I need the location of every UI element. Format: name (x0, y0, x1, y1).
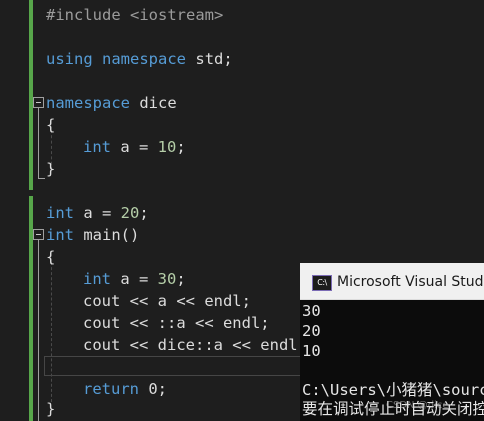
preprocessor-directive: #include (46, 6, 121, 24)
terminator: ; (176, 138, 186, 156)
code-line: int a = 20; (46, 202, 149, 224)
number-literal: 30 (157, 270, 177, 288)
indent-guide (51, 262, 52, 402)
code-line: cout << a << endl; (83, 292, 251, 310)
fold-region-end (38, 178, 45, 179)
code-line: return 0; (83, 378, 167, 400)
number-literal: 20 (120, 204, 140, 222)
current-line-highlight (44, 356, 304, 376)
code-line: int a = 30; (83, 268, 186, 290)
console-app-icon: C:\ (312, 275, 332, 291)
identifier: std; (195, 50, 233, 68)
code-line: namespace dice (46, 92, 177, 114)
keyword: return (83, 380, 139, 398)
keyword: using (46, 50, 93, 68)
include-header: <iostream> (130, 6, 224, 24)
fold-region-line (38, 108, 39, 178)
code-line: #include <iostream> (46, 4, 223, 26)
console-output-line: C:\Users\小猪猪\source\repos (302, 381, 484, 399)
code-line: } (46, 160, 56, 178)
fold-region-line (38, 240, 39, 421)
code-line: int main() (46, 224, 139, 246)
terminator: ; (139, 204, 149, 222)
console-titlebar[interactable]: C:\ Microsoft Visual Studio Debug Consol… (300, 263, 484, 300)
code-line: using namespace std; (46, 48, 233, 70)
console-title: Microsoft Visual Studio Debug Console (337, 274, 484, 290)
number-literal: 10 (157, 138, 177, 156)
keyword: int (83, 138, 111, 156)
code-line: { (46, 116, 56, 134)
expression: a = (111, 138, 158, 156)
collapse-main-icon[interactable] (33, 229, 44, 240)
console-output-line: 10 (302, 342, 321, 360)
change-indicator-bar (29, 0, 33, 190)
console-output-line: 20 (302, 322, 321, 340)
keyword: namespace (46, 94, 130, 112)
console-output-line: 30 (302, 302, 321, 320)
keyword: int (46, 226, 74, 244)
identifier: dice (130, 94, 177, 112)
code-line: cout << dice::a << endl; (83, 336, 307, 354)
keyword: int (83, 270, 111, 288)
expression: a = (111, 270, 158, 288)
number-literal: 0 (139, 380, 158, 398)
debug-console-window[interactable]: C:\ Microsoft Visual Studio Debug Consol… (300, 263, 484, 421)
collapse-namespace-icon[interactable] (33, 97, 44, 108)
watermark: CSDN @dice (386, 400, 449, 411)
keyword: int (46, 204, 74, 222)
terminator: ; (176, 270, 186, 288)
code-line: int a = 10; (83, 136, 186, 158)
code-line: } (46, 400, 56, 418)
identifier: main() (74, 226, 140, 244)
keyword: namespace (102, 50, 187, 68)
terminator: ; (157, 380, 168, 398)
code-line: cout << ::a << endl; (83, 314, 270, 332)
code-line: { (46, 248, 56, 266)
expression: a = (74, 204, 121, 222)
